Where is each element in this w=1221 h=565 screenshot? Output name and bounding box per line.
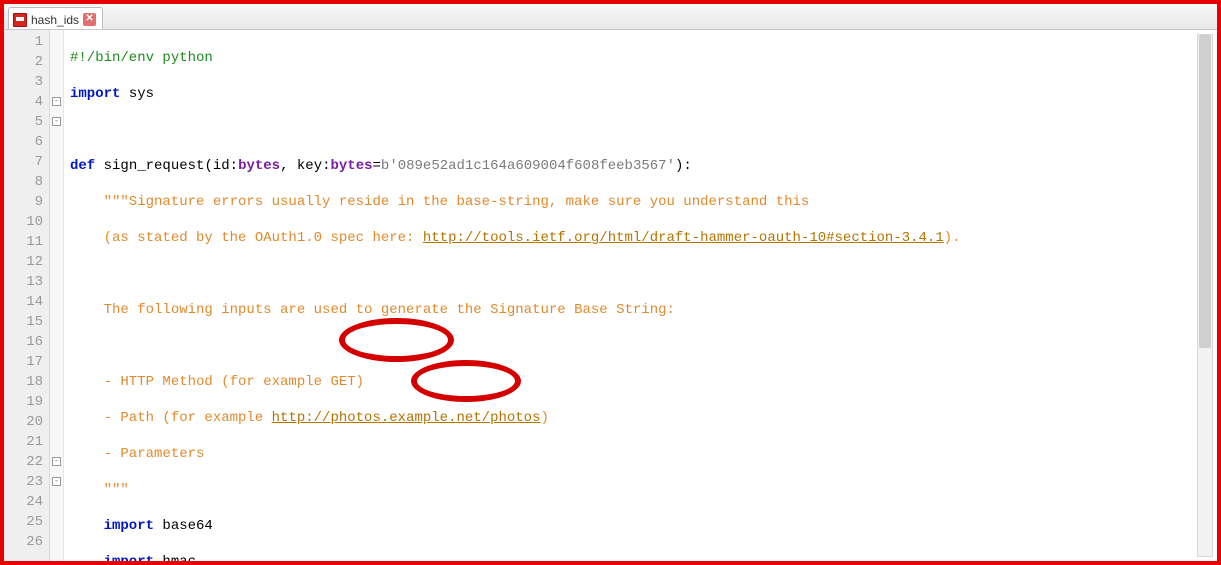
code-area[interactable]: #!/bin/env python import sys def sign_re… — [64, 30, 1217, 561]
fold-toggle[interactable]: - — [52, 477, 61, 486]
line-number: 11 — [4, 232, 43, 252]
line-number: 15 — [4, 312, 43, 332]
tab-filename: hash_ids — [31, 13, 79, 27]
line-number: 9 — [4, 192, 43, 212]
line-number: 12 — [4, 252, 43, 272]
line-number: 18 — [4, 372, 43, 392]
line-number: 8 — [4, 172, 43, 192]
line-number-gutter: 1234567891011121314151617181920212223242… — [4, 30, 50, 561]
line-number: 21 — [4, 432, 43, 452]
line-number: 23 — [4, 472, 43, 492]
line-number: 22 — [4, 452, 43, 472]
fold-toggle[interactable]: - — [52, 457, 61, 466]
file-tab-hash-ids[interactable]: hash_ids ✕ — [8, 7, 103, 29]
line-number: 13 — [4, 272, 43, 292]
line-number: 19 — [4, 392, 43, 412]
shebang: #!/bin/env python — [70, 50, 213, 66]
line-number: 16 — [4, 332, 43, 352]
scroll-thumb[interactable] — [1199, 35, 1211, 348]
close-icon[interactable]: ✕ — [83, 13, 96, 26]
line-number: 5 — [4, 112, 43, 132]
fold-toggle[interactable]: - — [52, 117, 61, 126]
vertical-scrollbar[interactable] — [1197, 34, 1213, 557]
tab-bar: hash_ids ✕ — [4, 4, 1217, 30]
line-number: 7 — [4, 152, 43, 172]
line-number: 6 — [4, 132, 43, 152]
code-editor[interactable]: 1234567891011121314151617181920212223242… — [4, 30, 1217, 561]
kw-def: def — [70, 158, 95, 174]
mod-sys: sys — [120, 86, 154, 102]
fold-toggle[interactable]: - — [52, 97, 61, 106]
kw-import: import — [70, 86, 120, 102]
line-number: 14 — [4, 292, 43, 312]
editor-window: hash_ids ✕ 12345678910111213141516171819… — [0, 0, 1221, 565]
oauth-spec-link[interactable]: http://tools.ietf.org/html/draft-hammer-… — [423, 230, 944, 246]
line-number: 2 — [4, 52, 43, 72]
example-path-link[interactable]: http://photos.example.net/photos — [272, 410, 541, 426]
line-number: 3 — [4, 72, 43, 92]
line-number: 4 — [4, 92, 43, 112]
line-number: 26 — [4, 532, 43, 552]
line-number: 24 — [4, 492, 43, 512]
line-number: 17 — [4, 352, 43, 372]
line-number: 10 — [4, 212, 43, 232]
fold-gutter: - - - - — [50, 30, 64, 561]
line-number: 20 — [4, 412, 43, 432]
docstring: """Signature errors usually reside in th… — [70, 194, 809, 210]
line-number: 25 — [4, 512, 43, 532]
file-icon — [13, 13, 27, 27]
line-number: 1 — [4, 32, 43, 52]
fn-name: sign_request — [95, 158, 204, 174]
